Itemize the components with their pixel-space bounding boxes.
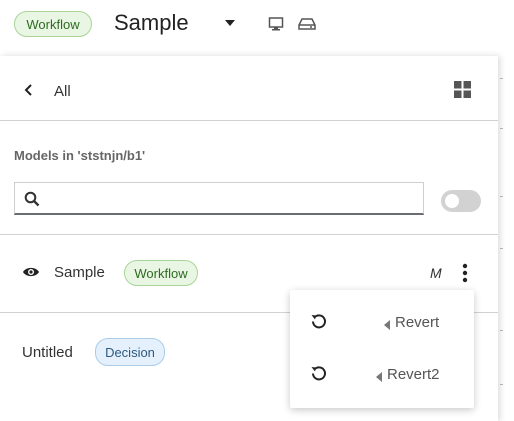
model-actions-menu: Revert Revert2 — [290, 290, 474, 408]
caret-left-icon — [376, 369, 382, 387]
menu-item-label: Revert — [395, 314, 440, 331]
workflow-badge: Workflow — [14, 11, 92, 37]
back-button[interactable]: All — [22, 80, 82, 102]
undo-icon — [310, 312, 328, 335]
edge-tick — [500, 330, 503, 331]
undo-icon — [310, 364, 328, 387]
filter-toggle[interactable] — [441, 190, 481, 212]
kebab-menu-icon[interactable] — [460, 263, 470, 288]
edge-tick — [500, 128, 503, 129]
menu-item-revert[interactable]: Revert — [290, 296, 474, 348]
divider — [0, 234, 498, 235]
model-name: Untitled — [22, 344, 73, 361]
model-type-badge: Workflow — [124, 260, 198, 286]
caret-down-icon[interactable] — [222, 15, 238, 31]
search-input[interactable] — [51, 187, 415, 211]
search-field[interactable] — [14, 182, 424, 215]
section-label: Models in 'ststnjn/b1' — [14, 148, 146, 163]
edge-tick — [500, 384, 503, 385]
desktop-icon[interactable] — [268, 16, 284, 32]
edge-tick — [500, 196, 503, 197]
edge-tick — [500, 78, 503, 79]
search-icon — [24, 191, 40, 212]
divider — [0, 120, 498, 121]
model-name: Sample — [54, 264, 105, 281]
menu-item-revert2[interactable]: Revert2 — [290, 348, 474, 400]
grid-view-icon[interactable] — [454, 81, 471, 98]
modified-marker: M — [430, 265, 442, 281]
edge-tick — [500, 248, 503, 249]
toggle-knob — [445, 194, 459, 208]
back-label: All — [54, 83, 71, 100]
caret-left-icon — [384, 317, 390, 335]
menu-item-label: Revert2 — [387, 366, 440, 383]
eye-icon[interactable] — [22, 265, 40, 284]
model-type-badge: Decision — [95, 338, 165, 366]
hard-drive-icon[interactable] — [298, 16, 316, 32]
chevron-left-icon — [22, 83, 36, 102]
page-title: Sample — [114, 10, 189, 35]
